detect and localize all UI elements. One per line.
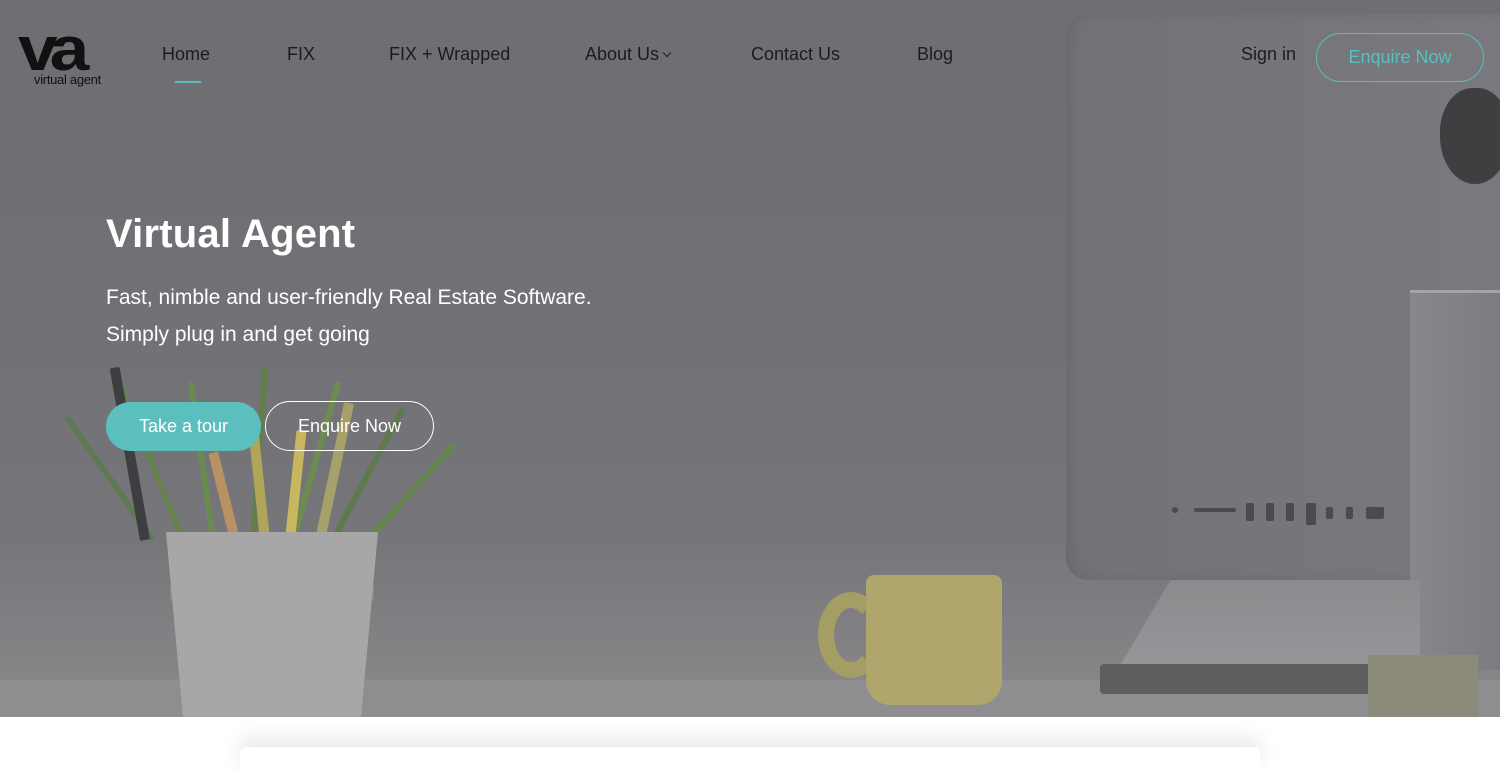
hero-subtitle-line-1: Fast, nimble and user-friendly Real Esta…: [106, 286, 592, 309]
enquire-now-hero-label: Enquire Now: [297, 415, 402, 436]
nav-item-label: Contact Us: [751, 44, 841, 64]
yellow-mug-decor: [866, 575, 1002, 705]
plant-pot-decor: [166, 532, 378, 717]
chevron-down-icon: [662, 48, 672, 58]
monitor-ports-decor: [1172, 495, 1392, 525]
logo-mark: va: [18, 15, 89, 84]
nav-item-label: FIX: [287, 44, 316, 64]
content-section: [0, 717, 1500, 771]
nav-item-blog[interactable]: Blog: [917, 44, 953, 65]
enquire-now-header-button[interactable]: Enquire Now: [1316, 33, 1484, 82]
logo-text: virtual agent: [34, 72, 101, 87]
keyboard-decor: [1100, 664, 1370, 694]
nav-item-fix-wrapped[interactable]: FIX + Wrapped: [389, 44, 510, 65]
brand-logo[interactable]: va virtual agent: [18, 15, 110, 90]
nav-item-contact-us[interactable]: Contact Us: [751, 44, 840, 65]
hero-section: va virtual agent Home FIX FIX + Wrapped …: [0, 0, 1500, 717]
take-a-tour-button[interactable]: Take a tour: [106, 402, 261, 451]
nav-item-about-us[interactable]: About Us: [585, 44, 672, 65]
box-decor: [1368, 655, 1478, 717]
content-card: [240, 747, 1260, 771]
nav-item-label: Home: [162, 44, 211, 64]
take-a-tour-label: Take a tour: [138, 416, 229, 436]
nav-item-home[interactable]: Home: [162, 44, 211, 83]
nav-item-label: FIX + Wrapped: [389, 44, 511, 64]
sign-in-link[interactable]: Sign in: [1241, 44, 1296, 65]
nav-item-fix[interactable]: FIX: [287, 44, 315, 65]
enquire-now-hero-button[interactable]: Enquire Now: [265, 401, 434, 451]
background-laptop: [1410, 290, 1500, 670]
nav-item-label: Blog: [917, 44, 954, 64]
enquire-now-label: Enquire Now: [1348, 47, 1452, 67]
hero-title: Virtual Agent: [106, 212, 356, 256]
hero-subtitle-line-2: Simply plug in and get going: [106, 323, 370, 346]
nav-item-label: About Us: [585, 44, 660, 64]
